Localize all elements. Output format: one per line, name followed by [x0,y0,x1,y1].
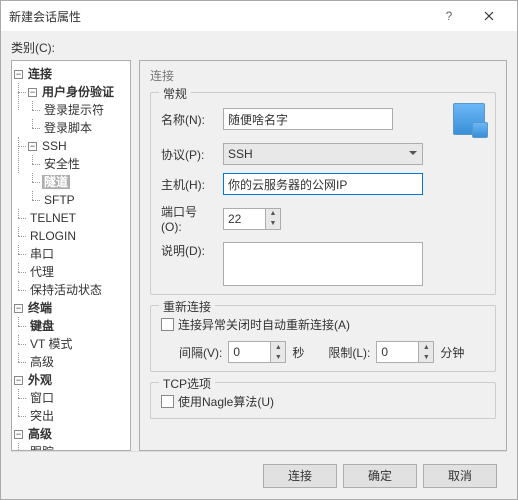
group-title: 重新连接 [159,298,215,315]
tree-rlogin[interactable]: RLOGIN [28,229,78,243]
limit-label: 限制(L): [328,344,370,361]
tree-security[interactable]: 安全性 [42,157,82,171]
nagle-checkbox[interactable]: 使用Nagle算法(U) [161,393,274,410]
tree-advanced-t[interactable]: 高级 [28,355,56,369]
tree-highlight[interactable]: 突出 [28,409,56,423]
tree-telnet[interactable]: TELNET [28,211,78,225]
collapse-icon[interactable]: − [14,304,23,313]
pane-header: 连接 [140,61,506,84]
desc-label: 说明(D): [161,242,217,259]
tree-keyboard[interactable]: 键盘 [28,319,56,333]
cancel-button[interactable]: 取消 [423,464,497,488]
collapse-icon[interactable]: − [14,430,23,439]
tree-ssh[interactable]: SSH [40,139,69,153]
limit-input[interactable] [376,341,418,363]
tree-connection[interactable]: 连接 [26,67,54,81]
tree-appearance[interactable]: 外观 [26,373,54,387]
name-label: 名称(N): [161,111,217,128]
ok-button[interactable]: 确定 [343,464,417,488]
seconds-label: 秒 [292,344,304,361]
spin-down-icon[interactable]: ▼ [419,352,433,362]
auto-reconnect-label: 连接异常关闭时自动重新连接(A) [178,316,350,333]
help-button[interactable]: ? [429,1,469,31]
collapse-icon[interactable]: − [14,70,23,79]
tree-window[interactable]: 窗口 [28,391,56,405]
nagle-label: 使用Nagle算法(U) [178,393,274,410]
tree-advanced[interactable]: 高级 [26,427,54,441]
window-title: 新建会话属性 [9,8,429,25]
tree-login-script[interactable]: 登录脚本 [42,121,94,135]
desc-textarea[interactable] [223,242,423,286]
close-icon [484,11,494,21]
tree-sftp[interactable]: SFTP [42,193,77,207]
host-input[interactable] [223,173,423,195]
tree-serial[interactable]: 串口 [28,247,56,261]
auto-reconnect-checkbox[interactable]: 连接异常关闭时自动重新连接(A) [161,316,350,333]
collapse-icon[interactable]: − [28,88,37,97]
tree-tunnel[interactable]: 隧道 [42,175,70,189]
settings-pane: 连接 常规 名称(N): 协议(P): [139,60,507,451]
tree-login-prompt[interactable]: 登录提示符 [42,103,106,117]
pane-body: 常规 名称(N): 协议(P): 主机(H): [140,84,506,450]
spin-up-icon[interactable]: ▲ [419,342,433,352]
collapse-icon[interactable]: − [14,376,23,385]
port-input[interactable] [223,208,265,230]
name-input[interactable] [223,108,393,130]
group-tcp: TCP选项 使用Nagle算法(U) [150,382,496,419]
tree-proxy[interactable]: 代理 [28,265,56,279]
tree-terminal[interactable]: 终端 [26,301,54,315]
group-reconnect: 重新连接 连接异常关闭时自动重新连接(A) 间隔(V): ▲▼ [150,305,496,372]
group-title: 常规 [159,85,191,102]
interval-label: 间隔(V): [179,344,222,361]
footer: 连接 确定 取消 [11,451,507,499]
titlebar: 新建会话属性 ? [1,1,517,31]
spin-down-icon[interactable]: ▼ [271,352,285,362]
spin-up-icon[interactable]: ▲ [266,209,280,219]
interval-input[interactable] [228,341,270,363]
interval-spinner[interactable]: ▲▼ [228,341,286,363]
collapse-icon[interactable]: − [28,142,37,151]
session-icon [453,103,485,135]
host-label: 主机(H): [161,176,217,193]
protocol-label: 协议(P): [161,146,217,163]
dialog-body: 类别(C): −连接 −用户身份验证 登录提示符 登录脚本 −SSH [1,31,517,499]
port-spinner[interactable]: ▲▼ [223,208,281,230]
port-label: 端口号(O): [161,203,217,234]
category-label: 类别(C): [11,39,507,56]
panes: −连接 −用户身份验证 登录提示符 登录脚本 −SSH 安全性 [11,60,507,451]
checkbox-icon [161,395,174,408]
close-button[interactable] [469,1,509,31]
minutes-label: 分钟 [440,344,464,361]
limit-spinner[interactable]: ▲▼ [376,341,434,363]
tree-user-auth[interactable]: 用户身份验证 [40,85,116,99]
group-general: 常规 名称(N): 协议(P): 主机(H): [150,92,496,295]
spin-down-icon[interactable]: ▼ [266,219,280,229]
dialog: 新建会话属性 ? 类别(C): −连接 −用户身份验证 登录提示符 登录脚本 [0,0,518,500]
checkbox-icon [161,318,174,331]
tree-keepalive[interactable]: 保持活动状态 [28,283,104,297]
tree-vtmode[interactable]: VT 模式 [28,337,74,351]
category-tree[interactable]: −连接 −用户身份验证 登录提示符 登录脚本 −SSH 安全性 [11,60,131,451]
group-title: TCP选项 [159,375,215,392]
protocol-select[interactable] [223,143,423,165]
connect-button[interactable]: 连接 [263,464,337,488]
spin-up-icon[interactable]: ▲ [271,342,285,352]
